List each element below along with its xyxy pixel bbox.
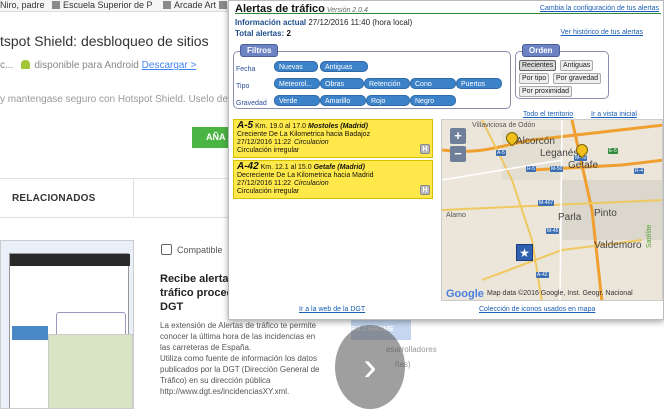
filters-legend: Filtros bbox=[240, 44, 279, 57]
filter-verde[interactable]: Verde bbox=[274, 95, 320, 106]
map-place: Alamo bbox=[446, 212, 466, 219]
orden-antiguas[interactable]: Antiguas bbox=[560, 60, 594, 71]
alert-item[interactable]: A-5 Km. 19.0 al 17.0 Mostoles (Madrid) C… bbox=[233, 119, 433, 158]
bg-download-link[interactable]: Descargar > bbox=[142, 60, 197, 71]
info-current: Información actual 27/12/2016 11:40 (hor… bbox=[235, 18, 413, 27]
header-divider bbox=[235, 13, 661, 14]
tipo-label: Tipo bbox=[236, 83, 250, 90]
bg-extension-title: tspot Shield: desbloqueo de sitios bbox=[0, 33, 209, 49]
bookmark-0[interactable]: Niro, padre bbox=[0, 0, 45, 11]
carousel-next-icon[interactable]: › bbox=[335, 325, 405, 409]
filters-box: Filtros Fecha Tipo Gravedad Nuevas Antig… bbox=[233, 44, 511, 109]
satellite-toggle[interactable]: Satélite bbox=[646, 225, 653, 248]
star-marker-icon[interactable]: ★ bbox=[516, 244, 533, 261]
bookmark-favicon bbox=[219, 1, 227, 9]
bg-feature-body: La extensión de Alertas de tráfico te pe… bbox=[160, 321, 320, 396]
map-place: Alcorcón bbox=[516, 136, 555, 147]
alerts-list: A-5 Km. 19.0 al 17.0 Mostoles (Madrid) C… bbox=[233, 119, 433, 299]
filter-puertos[interactable]: Puertos bbox=[456, 78, 502, 89]
filter-negro[interactable]: Negro bbox=[410, 95, 456, 106]
road-label: R-5 bbox=[526, 166, 537, 172]
orden-por-tipo[interactable]: Por tipo bbox=[519, 73, 550, 84]
dgt-web-link[interactable]: Ir a la web de la DGT bbox=[299, 306, 365, 313]
filter-antiguas[interactable]: Antiguas bbox=[320, 61, 368, 72]
alert-h-badge[interactable]: H bbox=[420, 144, 430, 154]
orden-legend: Orden bbox=[522, 44, 560, 57]
map-place: Leganés bbox=[540, 148, 579, 159]
fecha-label: Fecha bbox=[236, 66, 256, 73]
road-label: E-5 bbox=[608, 148, 618, 154]
filter-nuevas[interactable]: Nuevas bbox=[274, 61, 318, 72]
bookmark-favicon bbox=[163, 1, 171, 9]
device-icon bbox=[161, 244, 172, 255]
history-link[interactable]: Ver histórico de tus alertas bbox=[561, 29, 644, 36]
bg-compatible: Compatible bbox=[161, 244, 223, 255]
thumbnail-window bbox=[9, 253, 133, 408]
bookmark-2[interactable]: Arcade Art bbox=[163, 0, 216, 11]
google-logo: Google bbox=[446, 288, 484, 300]
bg-extension-meta: c... disponible para Android Descargar > bbox=[0, 60, 197, 71]
todo-territorio-link[interactable]: Todo el territorio bbox=[523, 111, 573, 118]
zoom-in-button[interactable]: + bbox=[450, 128, 466, 144]
map-attribution: Map data ©2016 Google, Inst. Geogr. Naci… bbox=[487, 290, 633, 297]
road-label: A-42 bbox=[536, 272, 549, 278]
gravedad-label: Gravedad bbox=[236, 100, 267, 107]
map-place: Parla bbox=[558, 212, 582, 223]
alert-h-badge[interactable]: H bbox=[420, 185, 430, 195]
bg-extension-desc: y mantengase seguro con Hotspot Shield. … bbox=[0, 94, 251, 105]
thumbnail-strip bbox=[12, 326, 48, 340]
road-label: M-407 bbox=[538, 200, 555, 206]
road-label: R-4 bbox=[634, 168, 645, 174]
map-place: Getafe bbox=[568, 160, 599, 171]
bg-screenshot-thumbnail[interactable] bbox=[0, 240, 134, 409]
filter-rojo[interactable]: Rojo bbox=[366, 95, 410, 106]
bookmark-favicon bbox=[52, 1, 60, 9]
divider bbox=[133, 178, 134, 217]
zoom-out-button[interactable]: − bbox=[450, 146, 466, 162]
alert-road: A-42 bbox=[237, 161, 259, 172]
screen: Niro, padre Escuela Superior de P Arcade… bbox=[0, 0, 664, 409]
extension-popup: Alertas de tráfico Versión 2.0.4 Cambia l… bbox=[228, 0, 664, 320]
tab-relacionados[interactable]: RELACIONADOS bbox=[12, 193, 96, 204]
filter-retencion[interactable]: Retención bbox=[364, 78, 410, 89]
road-label: M-45 bbox=[546, 228, 560, 234]
orden-recientes[interactable]: Recientes bbox=[519, 60, 557, 71]
bookmark-1[interactable]: Escuela Superior de P bbox=[52, 0, 153, 11]
road-label: A-5 bbox=[496, 150, 506, 156]
road-label: M-50 bbox=[550, 166, 564, 172]
thumbnail-map bbox=[48, 334, 133, 408]
thumbnail-chrome bbox=[10, 254, 130, 266]
map-place: Valdemoro bbox=[594, 240, 642, 251]
orden-por-proximidad[interactable]: Por proximidad bbox=[519, 86, 573, 97]
vista-inicial-link[interactable]: Ir a vista inicial bbox=[591, 111, 637, 118]
total-alerts: Total alertas: 2 bbox=[235, 29, 291, 38]
android-icon bbox=[21, 60, 31, 69]
filter-meteorol[interactable]: Meteorol... bbox=[274, 78, 320, 89]
filter-amarillo[interactable]: Amarillo bbox=[320, 95, 366, 106]
map-place: Pinto bbox=[594, 208, 617, 219]
orden-por-gravedad[interactable]: Por gravedad bbox=[553, 73, 602, 84]
filter-cono[interactable]: Cono bbox=[410, 78, 456, 89]
filter-obras[interactable]: Obras bbox=[320, 78, 364, 89]
alert-road: A-5 bbox=[237, 120, 254, 131]
map-place: Villaviciosa de Odón bbox=[472, 122, 536, 129]
traffic-map[interactable]: + − Villaviciosa de Odón Alcorcón Legané… bbox=[441, 119, 663, 301]
icons-collection-link[interactable]: Colección de iconos usados en mapa bbox=[479, 306, 595, 313]
alert-item[interactable]: A-42 Km. 12.1 al 15.0 Getafe (Madrid) De… bbox=[233, 160, 433, 199]
config-link[interactable]: Cambia la configuración de tus alertas bbox=[540, 5, 659, 12]
orden-box: Orden Recientes Antiguas Por tipo Por gr… bbox=[515, 44, 609, 99]
